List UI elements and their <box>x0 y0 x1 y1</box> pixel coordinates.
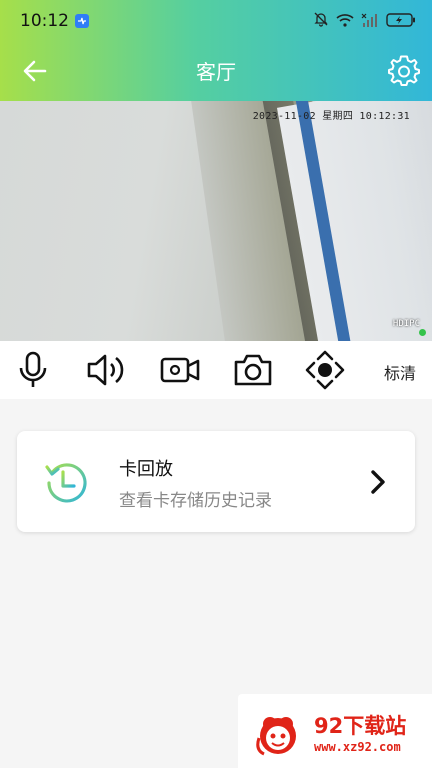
watermark-title: 92下载站 <box>314 714 407 738</box>
video-osd-label: HDIPC <box>392 319 420 329</box>
snapshot-button[interactable] <box>230 349 276 391</box>
chevron-right-icon <box>371 470 385 494</box>
notification-badge-icon <box>75 14 89 28</box>
settings-button[interactable] <box>386 53 422 89</box>
card-playback-entry[interactable]: 卡回放 查看卡存储历史记录 <box>17 431 415 532</box>
history-clock-icon <box>45 463 87 503</box>
snapshot-camera-icon <box>234 354 272 386</box>
watermark-url: www.xz92.com <box>314 740 401 754</box>
speaker-button[interactable] <box>83 349 129 391</box>
wifi-icon <box>336 12 354 31</box>
ptz-direction-icon <box>305 350 345 390</box>
status-bar: 10:12 <box>0 0 432 42</box>
page-title: 客厅 <box>196 60 236 84</box>
live-video-view[interactable]: 2023-11-02 星期四 10:12:31 HDIPC <box>0 101 432 341</box>
signal-icon <box>361 12 379 31</box>
status-time: 10:12 <box>20 11 69 31</box>
watermark-logo <box>256 717 296 756</box>
card-subtitle: 查看卡存储历史记录 <box>119 491 272 511</box>
battery-charging-icon <box>386 12 416 31</box>
speaker-icon <box>87 354 124 386</box>
mute-icon <box>313 11 329 31</box>
live-indicator <box>419 329 426 336</box>
ptz-control-button[interactable] <box>302 349 348 391</box>
control-toolbar: 标清 <box>0 341 432 399</box>
microphone-icon <box>19 351 47 387</box>
record-video-button[interactable] <box>157 349 203 391</box>
header: 10:12 客厅 <box>0 0 432 101</box>
gear-icon <box>388 55 420 86</box>
microphone-button[interactable] <box>10 349 56 391</box>
watermark: 92下载站 www.xz92.com <box>238 694 432 768</box>
record-video-icon <box>160 357 200 383</box>
video-osd-timestamp: 2023-11-02 星期四 10:12:31 <box>252 111 410 122</box>
card-title: 卡回放 <box>119 459 173 480</box>
quality-selector[interactable]: 标清 <box>384 360 416 384</box>
title-bar: 客厅 <box>0 42 432 101</box>
